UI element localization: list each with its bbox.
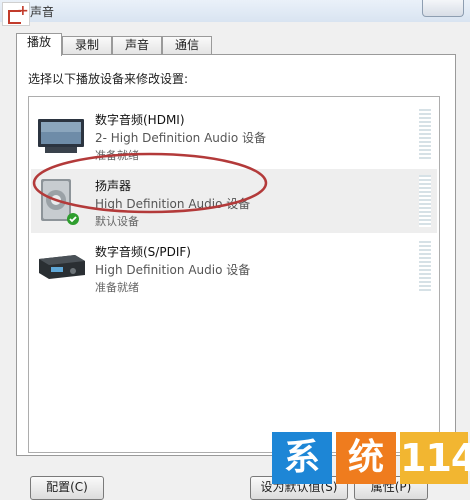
watermark-char-2: 统 bbox=[336, 432, 396, 484]
device-item-hdmi[interactable]: 数字音频(HDMI) 2- High Definition Audio 设备 准… bbox=[31, 103, 437, 167]
close-button[interactable] bbox=[422, 0, 464, 17]
device-name: 扬声器 bbox=[95, 179, 132, 193]
monitor-icon bbox=[38, 119, 84, 153]
device-driver: High Definition Audio 设备 bbox=[95, 263, 251, 277]
receiver-icon bbox=[39, 255, 85, 279]
playback-device-list[interactable]: 数字音频(HDMI) 2- High Definition Audio 设备 准… bbox=[28, 96, 440, 453]
site-watermark-logo: 系 统 114 bbox=[272, 432, 470, 488]
device-driver: 2- High Definition Audio 设备 bbox=[95, 131, 267, 145]
tab-communications[interactable]: 通信 bbox=[162, 36, 212, 55]
device-item-spdif[interactable]: 数字音频(S/PDIF) High Definition Audio 设备 准备… bbox=[31, 235, 437, 299]
device-status: 准备就绪 bbox=[95, 149, 139, 162]
volume-level-meter bbox=[419, 175, 431, 227]
volume-level-meter bbox=[419, 241, 431, 293]
volume-level-meter bbox=[419, 109, 431, 161]
instruction-text: 选择以下播放设备来修改设置: bbox=[28, 72, 189, 86]
window-title: 声音 bbox=[30, 5, 55, 19]
device-status: 准备就绪 bbox=[95, 281, 139, 294]
speaker-icon bbox=[41, 179, 79, 225]
device-status: 默认设备 bbox=[95, 215, 139, 228]
configure-button[interactable]: 配置(C) bbox=[30, 476, 104, 500]
watermark-number: 114 bbox=[400, 432, 470, 484]
device-driver: High Definition Audio 设备 bbox=[95, 197, 251, 211]
device-item-speakers[interactable]: 扬声器 High Definition Audio 设备 默认设备 bbox=[31, 169, 437, 233]
device-name: 数字音频(S/PDIF) bbox=[95, 245, 191, 259]
tab-recording[interactable]: 录制 bbox=[62, 36, 112, 55]
tab-playback[interactable]: 播放 bbox=[16, 33, 62, 56]
sound-app-icon: + bbox=[2, 2, 30, 26]
device-name: 数字音频(HDMI) bbox=[95, 113, 185, 127]
tab-sounds[interactable]: 声音 bbox=[112, 36, 162, 55]
watermark-char-1: 系 bbox=[272, 432, 332, 484]
title-bar: + 声音 bbox=[0, 0, 470, 26]
